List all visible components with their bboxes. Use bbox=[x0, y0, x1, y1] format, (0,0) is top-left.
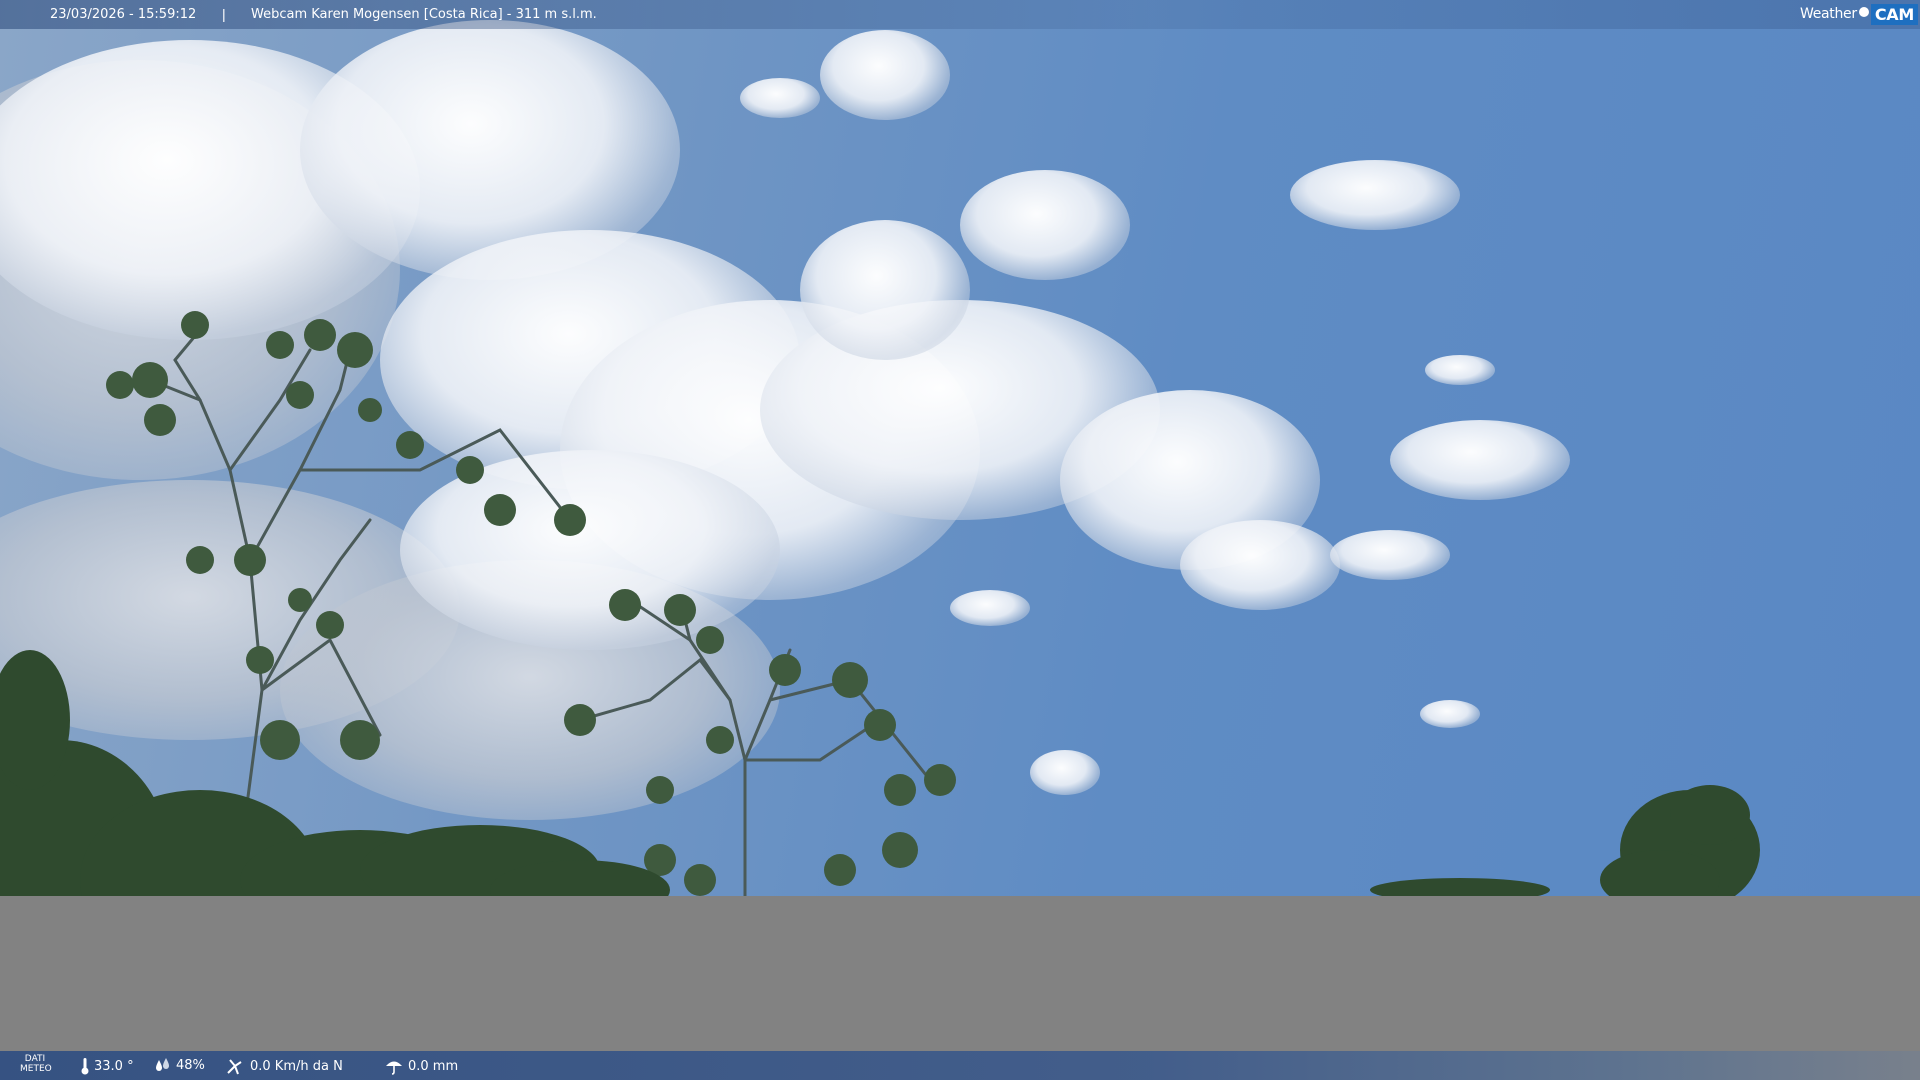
rain-value: 0.0 mm bbox=[408, 1058, 459, 1074]
logo-weather-text: Weather bbox=[1799, 6, 1857, 22]
humidity-icon bbox=[156, 1058, 169, 1071]
trees-silhouette bbox=[0, 311, 1760, 896]
wind-value: 0.0 Km/h da N bbox=[250, 1058, 343, 1074]
temperature-value: 33.0 ° bbox=[94, 1058, 134, 1074]
thermometer-icon bbox=[81, 1058, 89, 1075]
webcam-frame: 23/03/2026 - 15:59:12 | Webcam Karen Mog… bbox=[0, 0, 1920, 1080]
wind-icon bbox=[227, 1059, 242, 1075]
humidity-value: 48% bbox=[176, 1057, 205, 1073]
rain-icon bbox=[386, 1061, 402, 1075]
webcam-title: Webcam Karen Mogensen [Costa Rica] - 311… bbox=[251, 7, 597, 22]
weathercam-logo[interactable]: Weather CAM bbox=[1800, 2, 1918, 26]
ground-area bbox=[0, 896, 1920, 1051]
meteo-label-line1: DATI bbox=[24, 1054, 46, 1064]
humidity-metric: 48% bbox=[154, 1057, 205, 1073]
wind-metric: 0.0 Km/h da N bbox=[226, 1057, 343, 1075]
weather-data-bar: DATI METEO 33.0 ° 48% 0.0 Km/h da N 0.0 … bbox=[0, 1051, 1920, 1080]
sky-image bbox=[0, 0, 1920, 896]
rain-metric: 0.0 mm bbox=[384, 1057, 458, 1075]
top-info-bar: 23/03/2026 - 15:59:12 | Webcam Karen Mog… bbox=[0, 0, 1920, 29]
logo-cam-text: CAM bbox=[1870, 3, 1918, 25]
separator: | bbox=[222, 6, 226, 22]
meteo-label-line2: METEO bbox=[20, 1064, 52, 1074]
temperature-metric: 33.0 ° bbox=[80, 1057, 134, 1075]
meteo-label: DATI METEO bbox=[20, 1054, 52, 1074]
timestamp: 23/03/2026 - 15:59:12 bbox=[50, 7, 197, 22]
logo-dot-icon bbox=[1858, 7, 1869, 17]
